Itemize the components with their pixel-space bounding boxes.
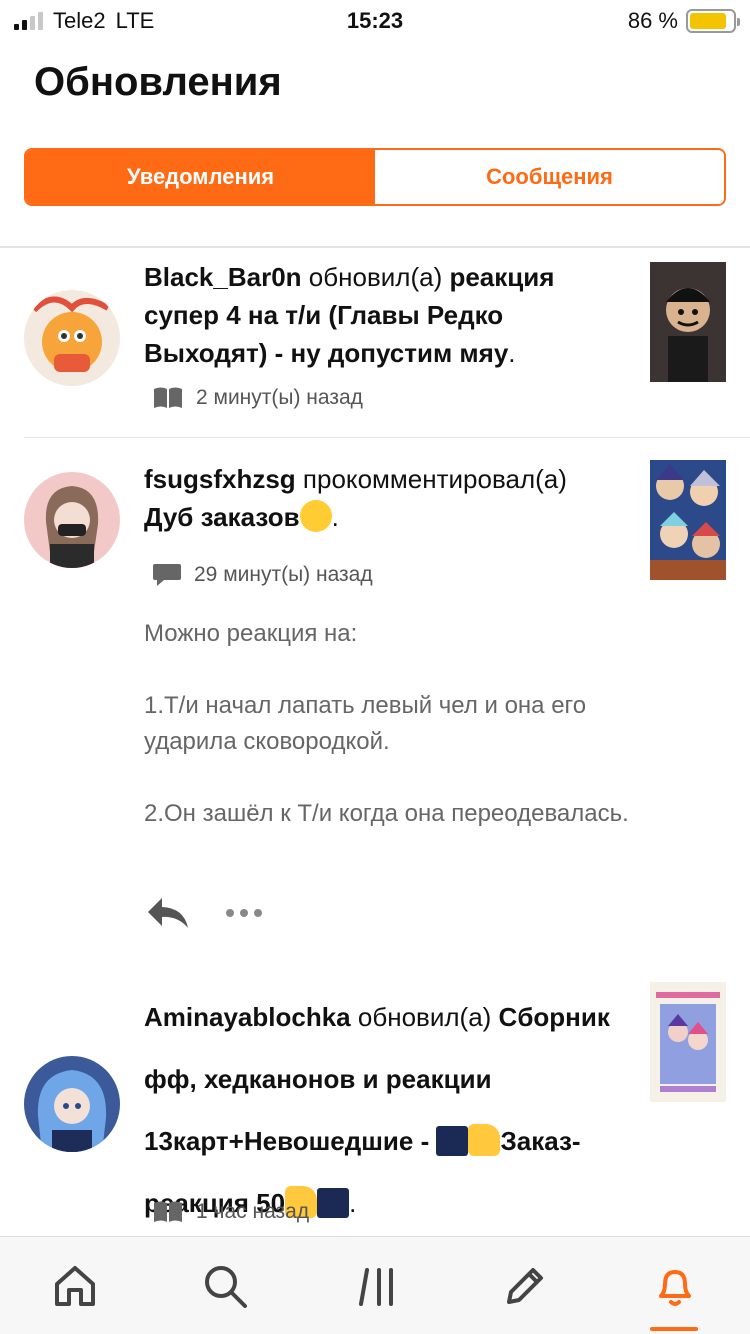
- tab-home[interactable]: [50, 1261, 100, 1311]
- story-cover[interactable]: [650, 262, 726, 382]
- reply-icon[interactable]: [146, 896, 190, 930]
- pencil-icon: [507, 1268, 543, 1304]
- action-text: обновил(а): [350, 1002, 499, 1032]
- username[interactable]: Black_Bar0n: [144, 262, 302, 292]
- home-icon: [55, 1266, 95, 1306]
- avatar[interactable]: [24, 290, 120, 386]
- page-title: Обновления: [34, 60, 282, 104]
- status-bar: Tele2 LTE 15:23 86 %: [0, 0, 750, 40]
- notification-text: Black_Bar0n обновил(а) реакция супер 4 н…: [144, 258, 629, 372]
- thumbs-up-emoji-icon: [468, 1124, 501, 1156]
- avatar[interactable]: [24, 472, 120, 568]
- feed-item[interactable]: fsugsfxhzsg прокомментировал(а) Дуб зака…: [0, 438, 750, 968]
- active-tab-indicator: [650, 1327, 698, 1331]
- timestamp: 2 минут(ы) назад: [152, 386, 363, 410]
- segmented-control: Уведомления Сообщения: [24, 148, 726, 206]
- story-cover[interactable]: [650, 982, 726, 1102]
- story-cover[interactable]: [650, 460, 726, 580]
- comment-body: Можно реакция на: 1.Т/и начал лапать лев…: [144, 620, 629, 827]
- story-title[interactable]: Дуб заказов: [144, 502, 300, 532]
- timestamp: 29 минут(ы) назад: [152, 562, 373, 588]
- tab-notifications-bell[interactable]: [650, 1261, 700, 1311]
- timestamp-text: 1 час назад: [196, 1200, 310, 1223]
- feed-item[interactable]: Aminayablochka обновил(а) Cбopник фф, хе…: [0, 968, 750, 1236]
- timestamp-text: 2 минут(ы) назад: [196, 386, 363, 409]
- tab-messages[interactable]: Сообщения: [375, 150, 724, 204]
- tab-search[interactable]: [200, 1261, 250, 1311]
- tab-library[interactable]: [352, 1261, 402, 1311]
- galaxy-emoji-icon: [317, 1188, 350, 1218]
- notification-text: fsugsfxhzsg прокомментировал(а) Дуб зака…: [144, 460, 629, 536]
- tab-bar: [0, 1236, 750, 1334]
- avatar[interactable]: [24, 1056, 120, 1152]
- book-icon: [154, 387, 182, 408]
- search-icon: [205, 1266, 247, 1308]
- tab-notifications[interactable]: Уведомления: [26, 150, 375, 204]
- bell-icon: [659, 1270, 691, 1306]
- book-icon: [154, 1201, 182, 1222]
- trail-text: .: [331, 502, 339, 532]
- galaxy-emoji-icon: [436, 1126, 469, 1156]
- action-text: прокомментировал(а): [295, 464, 567, 494]
- notification-text: Aminayablochka обновил(а) Cбopник фф, хе…: [144, 986, 634, 1234]
- timestamp: 1 час назад: [152, 1200, 309, 1224]
- tab-write[interactable]: [500, 1261, 550, 1311]
- trail-text: .: [508, 338, 516, 368]
- yum-emoji-icon: [299, 500, 332, 532]
- more-icon[interactable]: [224, 907, 264, 919]
- timestamp-text: 29 минут(ы) назад: [194, 563, 373, 586]
- battery-percent: 86 %: [627, 8, 678, 33]
- battery-icon: [686, 9, 740, 33]
- library-icon: [359, 1268, 393, 1306]
- comment-icon: [153, 564, 181, 586]
- username[interactable]: Aminayablochka: [144, 1002, 351, 1032]
- username[interactable]: fsugsfxhzsg: [144, 464, 296, 494]
- trail-text: .: [349, 1188, 357, 1218]
- feed-item[interactable]: Black_Bar0n обновил(а) реакция супер 4 н…: [0, 248, 750, 438]
- action-text: обновил(а): [301, 262, 450, 292]
